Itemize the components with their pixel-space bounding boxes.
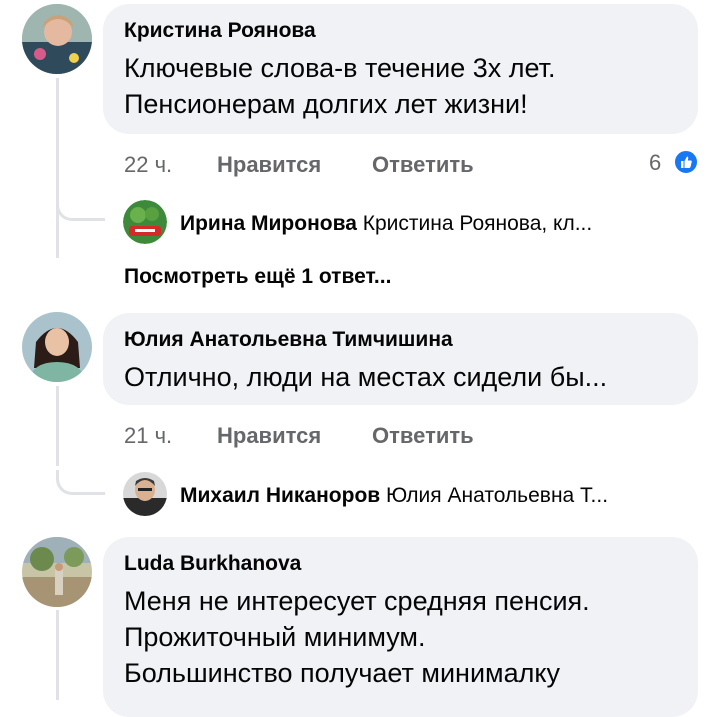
reply-author[interactable]: Михаил Никаноров (180, 484, 380, 507)
comment-text-line: Ключевые слова-в течение 3х лет. (124, 53, 556, 83)
comment-text-line: Пенсионерам долгих лет жизни! (124, 89, 528, 119)
comment-author[interactable]: Юлия Анатольевна Тимчишина (124, 327, 676, 353)
thread-line (56, 610, 59, 700)
comment-bubble: Юлия Анатольевна Тимчишина Отлично, люди… (103, 313, 698, 405)
reply-text: Кристина Роянова, кл... (362, 212, 593, 235)
reply-author[interactable]: Ирина Миронова (180, 212, 357, 235)
comment-bubble: Кристина Роянова Ключевые слова-в течени… (103, 4, 698, 134)
avatar[interactable] (22, 537, 92, 607)
thread-connector (56, 196, 105, 221)
comment-author[interactable]: Кристина Роянова (124, 18, 676, 44)
like-button[interactable]: Нравится (217, 423, 321, 449)
comment-text-line: Меня не интересует средняя пенсия. (124, 586, 590, 616)
avatar[interactable] (123, 472, 167, 516)
like-icon (673, 149, 699, 175)
comment-text-line: Отлично, люди на местах сидели бы... (124, 362, 608, 392)
thread-connector (56, 470, 105, 495)
comment-bubble: Luda Burkhanova Меня не интересует средн… (103, 537, 698, 717)
comment-text: Меня не интересует средняя пенсия. Прожи… (124, 583, 676, 691)
reply-preview[interactable]: Ирина Миронова Кристина Роянова, кл... (180, 211, 592, 237)
reply-preview[interactable]: Михаил Никаноров Юлия Анатольевна Т... (180, 483, 608, 509)
comment-author[interactable]: Luda Burkhanova (124, 551, 676, 577)
reaction-count[interactable]: 6 (649, 150, 661, 176)
like-button[interactable]: Нравится (217, 152, 321, 178)
comment-text-line: Большинство получает минималку (124, 658, 560, 688)
thread-line (56, 386, 59, 466)
avatar[interactable] (123, 200, 167, 244)
reply-button[interactable]: Ответить (372, 423, 474, 449)
comment-timestamp[interactable]: 21 ч. (124, 423, 172, 449)
reply-button[interactable]: Ответить (372, 152, 474, 178)
comment-text-line: Прожиточный минимум. (124, 622, 426, 652)
reply-text: Юлия Анатольевна Т... (386, 484, 609, 507)
view-more-replies-link[interactable]: Посмотреть ещё 1 ответ... (124, 265, 391, 289)
comment-text: Ключевые слова-в течение 3х лет. Пенсион… (124, 50, 676, 122)
avatar[interactable] (22, 312, 92, 382)
avatar[interactable] (22, 4, 92, 74)
comment-text: Отлично, люди на местах сидели бы... (124, 359, 676, 395)
comment-timestamp[interactable]: 22 ч. (124, 152, 172, 178)
thread-line (56, 78, 59, 258)
